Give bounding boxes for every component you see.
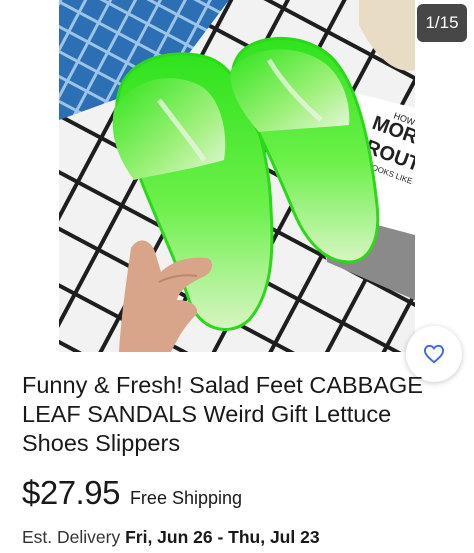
heart-outline-icon [423,344,445,364]
price-row: $27.95 Free Shipping [22,474,242,512]
product-image[interactable]: HOW MORN ROUTI LOOKS LIKE [59,0,415,352]
image-counter: 1/15 [417,4,467,42]
product-image-gallery[interactable]: HOW MORN ROUTI LOOKS LIKE 1/15 [0,0,474,382]
shipping-info: Free Shipping [129,488,243,508]
estimated-delivery: Est. Delivery Fri, Jun 26 - Thu, Jul 23 [22,527,320,548]
listing-title[interactable]: Funny & Fresh! Salad Feet CABBAGE LEAF S… [22,371,462,458]
delivery-range: Fri, Jun 26 - Thu, Jul 23 [125,527,320,547]
listing-price: $27.95 [22,474,120,511]
delivery-label: Est. Delivery [22,527,126,547]
